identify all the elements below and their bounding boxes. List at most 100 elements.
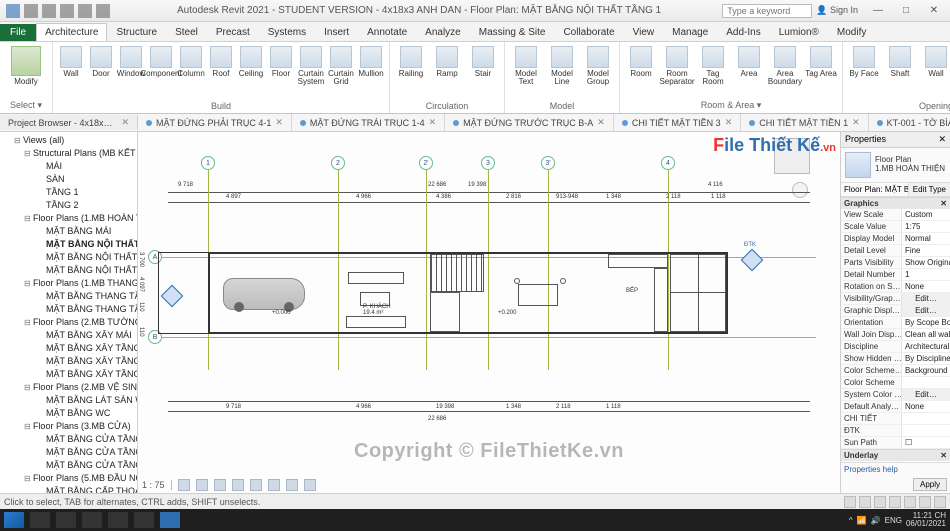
property-row[interactable]: View ScaleCustom (841, 209, 950, 221)
property-row[interactable]: CHI TIẾT (841, 413, 950, 425)
close-icon[interactable]: ✕ (725, 117, 733, 128)
tree-item[interactable]: SÀN (34, 173, 135, 186)
reveal-hidden-icon[interactable] (304, 479, 316, 491)
component-button[interactable]: Component (147, 44, 175, 80)
properties-title[interactable]: Properties✕ (841, 132, 950, 148)
ribbon-tab-precast[interactable]: Precast (207, 23, 259, 41)
open-icon[interactable] (24, 4, 38, 18)
ribbon-tab-manage[interactable]: Manage (663, 23, 717, 41)
print-icon[interactable] (96, 4, 110, 18)
property-row[interactable]: Parts VisibilityShow Original (841, 257, 950, 269)
tree-item[interactable]: MẶT BẰNG WC (34, 407, 135, 420)
tree-item[interactable]: MẶT BẰNG THANG TẦNG 1-2 (34, 290, 135, 303)
close-icon[interactable]: ✕ (938, 134, 946, 145)
tree-item[interactable]: MẶT BẰNG CỬA TẦNG 3 (34, 459, 135, 472)
detail-level-icon[interactable] (178, 479, 190, 491)
network-icon[interactable]: 📶 (857, 516, 867, 525)
property-row[interactable]: DisciplineArchitectural (841, 341, 950, 353)
close-icon[interactable]: ✕ (852, 117, 860, 128)
task-view-icon[interactable] (56, 512, 76, 528)
volume-icon[interactable]: 🔊 (871, 516, 881, 525)
area-boundary-button[interactable]: Area Boundary (768, 44, 802, 88)
signin-link[interactable]: 👤 Sign In (816, 5, 858, 16)
system-tray[interactable]: ^ 📶 🔊 ENG 11:21 CH06/01/2021 (849, 512, 946, 528)
stair-button[interactable]: Stair (466, 44, 500, 80)
sun-path-icon[interactable] (214, 479, 226, 491)
ribbon-tab-systems[interactable]: Systems (259, 23, 315, 41)
mullion-button[interactable]: Mullion (357, 44, 385, 80)
drawing-canvas[interactable]: 122'33'4 A B P. KHÁCH19.4 m² (138, 132, 840, 493)
property-row[interactable]: Default Analy…None (841, 401, 950, 413)
property-row[interactable]: Color Scheme…Background (841, 365, 950, 377)
tree-item[interactable]: MẶT BẰNG LÁT SÀN WC (34, 394, 135, 407)
view-tab[interactable]: MẶT ĐỨNG TRÁI TRỤC 1-4✕ (292, 114, 445, 131)
ribbon-tab-collaborate[interactable]: Collaborate (554, 23, 623, 41)
property-row[interactable]: Color Scheme (841, 377, 950, 389)
close-button[interactable]: ✕ (922, 3, 946, 19)
curtain-grid-button[interactable]: Curtain Grid (327, 44, 355, 88)
tree-item[interactable]: MẶT BẰNG XÂY TẦNG 2 (34, 355, 135, 368)
close-icon[interactable]: ✕ (275, 117, 283, 128)
tree-item[interactable]: MẶT BẰNG THANG TẦNG 2-3 (34, 303, 135, 316)
chrome-icon[interactable] (134, 512, 154, 528)
room-button[interactable]: Room (624, 44, 658, 80)
crop-region-icon[interactable] (268, 479, 280, 491)
modify-button[interactable]: Modify (4, 44, 48, 88)
by-face-button[interactable]: By Face (847, 44, 881, 80)
property-row[interactable]: OrientationBy Scope Box (841, 317, 950, 329)
shaft-button[interactable]: Shaft (883, 44, 917, 80)
ribbon-tab-insert[interactable]: Insert (315, 23, 358, 41)
ribbon-tab-modify[interactable]: Modify (828, 23, 875, 41)
hide-isolate-icon[interactable] (286, 479, 298, 491)
model-text-button[interactable]: Model Text (509, 44, 543, 88)
redo-icon[interactable] (78, 4, 92, 18)
filter-icon[interactable] (934, 496, 946, 508)
close-icon[interactable]: ✕ (597, 117, 605, 128)
view-tab[interactable]: CHI TIẾT MẶT TIỀN 1✕ (741, 114, 868, 131)
tag-room-button[interactable]: Tag Room (696, 44, 730, 88)
property-group-header[interactable]: Graphics✕ (841, 197, 950, 209)
task-search-icon[interactable] (30, 512, 50, 528)
revit-taskbar-icon[interactable] (160, 512, 180, 528)
properties-grid[interactable]: Graphics✕View ScaleCustomScale Value1:75… (841, 197, 950, 462)
property-row[interactable]: ĐTK (841, 425, 950, 437)
minimize-button[interactable]: — (866, 3, 890, 19)
property-row[interactable]: Graphic Displ…Edit… (841, 305, 950, 317)
model-line-button[interactable]: Model Line (545, 44, 579, 88)
view-cube[interactable] (774, 138, 810, 174)
edit-type-button[interactable]: Edit Type (909, 183, 950, 196)
drag-elements-icon[interactable] (919, 496, 931, 508)
file-explorer-icon[interactable] (82, 512, 102, 528)
properties-help-link[interactable]: Properties help (844, 465, 898, 474)
save-icon[interactable] (42, 4, 56, 18)
curtain-system-button[interactable]: Curtain System (297, 44, 325, 88)
property-row[interactable]: Display ModelNormal (841, 233, 950, 245)
railing-button[interactable]: Railing (394, 44, 428, 80)
edge-icon[interactable] (108, 512, 128, 528)
floor-button[interactable]: Floor (267, 44, 295, 80)
property-row[interactable]: System Color …Edit… (841, 389, 950, 401)
ribbon-tab-analyze[interactable]: Analyze (416, 23, 470, 41)
scale-selector[interactable]: 1 : 75 (142, 480, 165, 490)
property-row[interactable]: Rotation on S…None (841, 281, 950, 293)
tree-item[interactable]: MẶT BẰNG XÂY TẦNG 3 (34, 368, 135, 381)
property-row[interactable]: Show Hidden …By Discipline (841, 353, 950, 365)
tree-item[interactable]: MẶT BẰNG XÂY MÁI (34, 329, 135, 342)
property-group-header[interactable]: Underlay✕ (841, 449, 950, 461)
property-row[interactable]: Detail Number1 (841, 269, 950, 281)
worksets-icon[interactable] (844, 496, 856, 508)
apply-button[interactable]: Apply (913, 478, 947, 491)
column-button[interactable]: Column (177, 44, 205, 80)
close-icon[interactable]: ✕ (429, 117, 437, 128)
property-row[interactable]: Sun Path☐ (841, 437, 950, 449)
project-tree[interactable]: Views (all)Structural Plans (MB KẾT CẤU)… (0, 132, 137, 493)
ribbon-tab-structure[interactable]: Structure (107, 23, 166, 41)
tree-item[interactable]: MẶT BẰNG NỘI THẤT TẦNG 3 (34, 264, 135, 277)
ribbon-tab-massing-site[interactable]: Massing & Site (470, 23, 555, 41)
tree-item[interactable]: MẶT BẰNG CỬA TẦNG 2 (34, 446, 135, 459)
tree-item[interactable]: MẶT BẰNG NỘI THẤT TẦNG 1 (34, 238, 135, 251)
visual-style-icon[interactable] (196, 479, 208, 491)
area-button[interactable]: Area (732, 44, 766, 80)
project-browser-tab[interactable]: Project Browser - 4x18x3 ANH DAN ✕ (0, 115, 138, 130)
property-row[interactable]: Wall Join Disp…Clean all wall j… (841, 329, 950, 341)
